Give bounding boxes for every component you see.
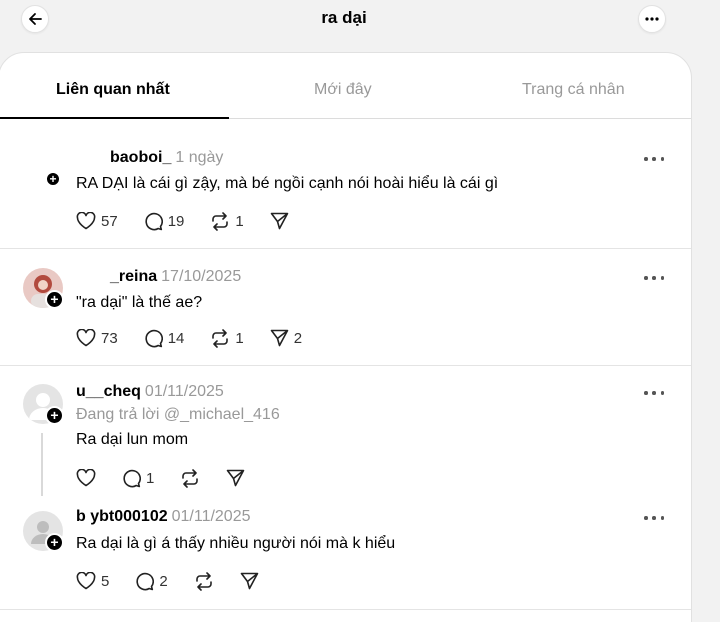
post-more-button[interactable] xyxy=(644,273,664,283)
repost-icon xyxy=(212,211,229,231)
avatar[interactable]: + xyxy=(23,511,64,552)
like-count: 5 xyxy=(101,572,110,590)
comment-count: 2 xyxy=(159,572,168,590)
thread-line xyxy=(41,433,43,496)
follow-plus-icon[interactable]: + xyxy=(45,406,64,425)
repost-icon xyxy=(195,571,212,591)
post-header: u__cheq 01/11/2025 xyxy=(76,383,224,401)
tab-relevant[interactable]: Liên quan nhất xyxy=(56,81,170,99)
avatar[interactable]: + xyxy=(23,149,63,189)
timestamp[interactable]: 01/11/2025 xyxy=(145,383,224,400)
username[interactable]: u__cheq xyxy=(76,383,141,400)
share-button[interactable] xyxy=(270,212,289,230)
follow-plus-icon[interactable]: + xyxy=(45,290,64,309)
send-icon xyxy=(270,212,289,230)
timestamp[interactable]: 17/10/2025 xyxy=(161,268,241,285)
post-actions: 1 xyxy=(76,467,271,489)
post: + u__cheq 01/11/2025 Đang trả lời @_micha… xyxy=(0,366,691,498)
comment-count: 1 xyxy=(146,469,155,487)
like-count: 73 xyxy=(101,329,118,347)
comment-count: 19 xyxy=(167,212,185,230)
like-button[interactable]: 73 xyxy=(76,329,118,347)
repost-icon xyxy=(212,328,229,348)
post: + baoboi_ 1 ngày RA DẠI là cái gì zậy, mà… xyxy=(0,119,691,249)
repost-button[interactable] xyxy=(180,468,200,488)
send-icon xyxy=(227,469,245,487)
like-count: 57 xyxy=(101,212,118,230)
repost-count: 1 xyxy=(235,212,244,230)
more-options-button[interactable] xyxy=(638,5,666,33)
post-actions: 73 14 1 2 xyxy=(76,327,328,349)
send-icon xyxy=(240,572,258,590)
post-actions: 57 19 1 xyxy=(76,210,315,232)
username[interactable]: _reina xyxy=(110,268,157,285)
follow-plus-icon[interactable]: + xyxy=(45,533,64,552)
heart-icon xyxy=(76,572,96,590)
page-title: ra dại xyxy=(321,8,367,27)
content-panel: Liên quan nhất Mới đây Trang cá nhân + b… xyxy=(0,52,692,622)
username[interactable]: b ybt000102 xyxy=(76,508,168,525)
post-more-button[interactable] xyxy=(644,388,664,398)
repost-button[interactable]: 1 xyxy=(210,211,244,231)
like-button[interactable]: 57 xyxy=(76,212,118,230)
reply-to-label[interactable]: Đang trả lời @_michael_416 xyxy=(76,406,280,424)
post: + b ybt000102 01/11/2025 Ra dại là gì á t… xyxy=(0,498,691,610)
post-text: Ra dại là gì á thấy nhiều người nói mà k… xyxy=(76,535,396,552)
post-text: Ra dại lun mom xyxy=(76,431,189,448)
post-more-button[interactable] xyxy=(644,513,664,523)
more-horizontal-icon xyxy=(645,17,659,21)
post-text: RA DẠI là cái gì zậy, mà bé ngồi cạnh nó… xyxy=(76,175,499,192)
send-icon xyxy=(270,329,289,347)
heart-icon xyxy=(76,212,96,230)
post-text: "ra dại" là thế ae? xyxy=(76,294,203,311)
repost-count: 1 xyxy=(235,329,244,347)
repost-button[interactable]: 1 xyxy=(210,328,244,348)
comment-icon xyxy=(145,212,163,230)
comment-button[interactable]: 2 xyxy=(135,572,168,591)
timestamp[interactable]: 01/11/2025 xyxy=(172,508,251,525)
top-bar: ra dại xyxy=(0,0,720,52)
username[interactable]: baoboi_ xyxy=(110,149,171,166)
comment-icon xyxy=(136,572,155,590)
post-header: b ybt000102 01/11/2025 xyxy=(76,508,251,526)
timestamp[interactable]: 1 ngày xyxy=(175,149,223,166)
repost-button[interactable] xyxy=(194,571,214,591)
share-button[interactable]: 2 xyxy=(270,329,302,347)
comment-button[interactable]: 1 xyxy=(122,469,154,488)
post-actions: 5 2 xyxy=(76,570,285,592)
like-button[interactable] xyxy=(76,469,96,487)
heart-icon xyxy=(76,329,96,347)
repost-icon xyxy=(182,468,199,488)
post: + _reina 17/10/2025 "ra dại" là thế ae? 7… xyxy=(0,249,691,366)
comment-icon xyxy=(123,469,141,487)
comment-icon xyxy=(145,329,163,347)
comment-button[interactable]: 14 xyxy=(144,329,185,348)
avatar[interactable]: + xyxy=(23,384,64,425)
share-count: 2 xyxy=(293,329,303,347)
tab-recent[interactable]: Mới đây xyxy=(314,81,372,99)
post-header: baoboi_ 1 ngày xyxy=(76,149,223,167)
follow-plus-icon[interactable]: + xyxy=(45,171,61,187)
post-more-button[interactable] xyxy=(644,154,664,164)
comment-button[interactable]: 19 xyxy=(144,212,185,231)
comment-count: 14 xyxy=(167,329,185,347)
heart-icon xyxy=(76,469,96,487)
tab-bar: Liên quan nhất Mới đây Trang cá nhân xyxy=(0,53,691,119)
share-button[interactable] xyxy=(240,572,259,590)
post-header: _reina 17/10/2025 xyxy=(76,268,241,286)
share-button[interactable] xyxy=(226,469,245,487)
avatar[interactable]: + xyxy=(23,268,64,309)
tab-profile[interactable]: Trang cá nhân xyxy=(522,81,625,99)
like-button[interactable]: 5 xyxy=(76,572,109,590)
